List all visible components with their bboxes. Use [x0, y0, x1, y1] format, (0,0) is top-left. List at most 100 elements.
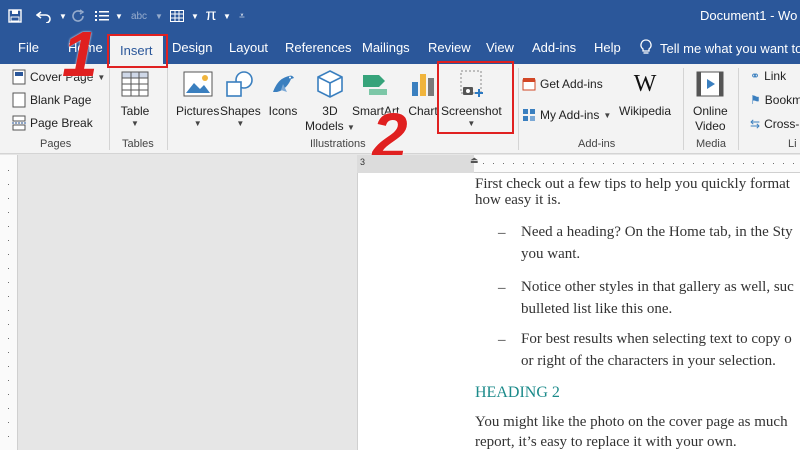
- 3d-models-button[interactable]: 3D Models ▼: [305, 68, 355, 135]
- addins-group-label: Add-ins: [578, 138, 616, 150]
- pictures-icon: [181, 68, 215, 100]
- ruler-tick: ·: [702, 158, 705, 168]
- ruler-tick: ·: [7, 445, 10, 450]
- customize-icon[interactable]: ⩡: [232, 0, 252, 32]
- table-grid-icon: [118, 68, 152, 100]
- 3d-models-label: 3D Models ▼: [305, 104, 355, 133]
- ruler-tick: ·: [602, 158, 605, 168]
- vertical-ruler: · · · · · · · · · · · · · · · · · · · · ·: [0, 155, 18, 450]
- blank-page-button[interactable]: Blank Page: [12, 92, 91, 108]
- wikipedia-button[interactable]: W Wikipedia: [619, 68, 671, 119]
- ruler-tick: ·: [662, 158, 665, 168]
- bullet-marker: –: [498, 225, 506, 241]
- tab-file[interactable]: File: [18, 32, 39, 64]
- tab-view[interactable]: View: [486, 32, 514, 64]
- ruler-marker: 3: [360, 157, 366, 167]
- spelling-dropdown-icon[interactable]: ▼: [154, 0, 164, 32]
- pictures-button[interactable]: Pictures ▼: [176, 68, 219, 128]
- table-dropdown-icon[interactable]: ▼: [190, 0, 200, 32]
- ruler-tick: ·: [772, 158, 775, 168]
- bullet-1-line-1: Need a heading? On the Home tab, in the …: [521, 224, 793, 240]
- ruler-tick: ·: [742, 158, 745, 168]
- table-icon[interactable]: [164, 0, 190, 32]
- bookmark-button[interactable]: ⚑ Bookm: [750, 93, 800, 107]
- ruler-tick: ·: [572, 158, 575, 168]
- cross-reference-button[interactable]: ⇆ Cross-: [750, 117, 799, 131]
- ruler-tick: ·: [792, 158, 795, 168]
- bullet-3-line-1: For best results when selecting text to …: [521, 331, 792, 347]
- tab-references[interactable]: References: [285, 32, 351, 64]
- group-divider: [167, 68, 168, 150]
- chart-label: Chart: [408, 104, 438, 118]
- page-break-button[interactable]: Page Break: [12, 115, 93, 131]
- undo-icon[interactable]: [30, 0, 58, 32]
- save-icon[interactable]: [0, 0, 30, 32]
- tab-design[interactable]: Design: [172, 32, 212, 64]
- my-addins-button[interactable]: My Add-ins ▼: [522, 108, 611, 122]
- ruler-tick: ·: [632, 158, 635, 168]
- icons-button[interactable]: Icons: [266, 68, 300, 119]
- get-addins-button[interactable]: Get Add-ins: [522, 77, 603, 91]
- ruler-tick: ·: [7, 403, 10, 413]
- link-button[interactable]: ⚭ Link: [750, 69, 786, 83]
- ruler-tick: ·: [672, 158, 675, 168]
- chart-button[interactable]: Chart: [406, 68, 440, 119]
- ruler-tick: ·: [592, 158, 595, 168]
- ruler-tick: ·: [552, 158, 555, 168]
- blank-page-icon: [12, 92, 26, 108]
- shapes-button[interactable]: Shapes ▼: [220, 68, 261, 128]
- bullet-marker: –: [498, 280, 506, 296]
- table-label: Table: [120, 104, 150, 118]
- ruler-tick: ·: [7, 277, 10, 287]
- online-video-button[interactable]: Online Video: [693, 68, 728, 134]
- ruler-tick: ·: [7, 361, 10, 371]
- tab-addins[interactable]: Add-ins: [532, 32, 576, 64]
- bullet-2-line-2: bulleted list like this one.: [521, 301, 673, 317]
- group-divider: [518, 68, 519, 150]
- ruler-tick: ·: [612, 158, 615, 168]
- ruler-tick: ·: [732, 158, 735, 168]
- equation-dropdown-icon[interactable]: ▼: [222, 0, 232, 32]
- chevron-down-icon: ▼: [131, 119, 139, 128]
- wikipedia-label: Wikipedia: [619, 104, 672, 118]
- chart-icon: [406, 68, 440, 100]
- paragraph-2-line-1: You might like the photo on the cover pa…: [475, 414, 788, 430]
- shapes-label: Shapes: [220, 104, 261, 118]
- tell-me-box[interactable]: Tell me what you want to: [640, 32, 800, 64]
- tab-mailings[interactable]: Mailings: [362, 32, 410, 64]
- link-icon: ⚭: [750, 69, 761, 83]
- media-group-label: Media: [696, 138, 726, 150]
- equation-icon[interactable]: π: [200, 0, 222, 32]
- ruler-tick: ·: [682, 158, 685, 168]
- page-break-label: Page Break: [30, 116, 93, 130]
- ruler-tick: ·: [712, 158, 715, 168]
- ruler-tick: ·: [7, 319, 10, 329]
- ruler-tick: ·: [7, 193, 10, 203]
- tab-help[interactable]: Help: [594, 32, 621, 64]
- step-1-number: 1: [62, 18, 98, 90]
- quick-access-toolbar: ▼ ▼ abc ▼ ▼ π ▼ ⩡: [0, 0, 252, 32]
- tab-layout[interactable]: Layout: [229, 32, 268, 64]
- document-page[interactable]: First check out a few tips to help you q…: [357, 173, 800, 450]
- spelling-icon[interactable]: abc: [124, 0, 154, 32]
- ruler-tick: ·: [762, 158, 765, 168]
- cube-icon: [313, 68, 347, 100]
- ruler-tick: ·: [7, 305, 10, 315]
- ruler-tick: ·: [482, 158, 485, 168]
- chevron-down-icon: ▼: [603, 110, 612, 120]
- bullet-1-line-2: you want.: [521, 246, 581, 262]
- cross-reference-label: Cross-: [764, 117, 800, 131]
- bullet-3-line-2: or right of the characters in your selec…: [521, 353, 776, 369]
- ruler-tick: ·: [7, 375, 10, 385]
- ruler-tick: ·: [582, 158, 585, 168]
- table-button[interactable]: Table ▼: [118, 68, 152, 128]
- bullets-dropdown-icon[interactable]: ▼: [114, 0, 124, 32]
- tab-review[interactable]: Review: [428, 32, 471, 64]
- links-group-label: Li: [788, 138, 797, 150]
- group-divider: [738, 68, 739, 150]
- insert-tab-highlight: [107, 34, 168, 68]
- cross-reference-icon: ⇆: [750, 117, 761, 131]
- ruler-indent-marker[interactable]: ⏏: [470, 155, 479, 166]
- paragraph-2-line-2: report, it’s easy to replace it with you…: [475, 434, 737, 450]
- ruler-tick: ·: [722, 158, 725, 168]
